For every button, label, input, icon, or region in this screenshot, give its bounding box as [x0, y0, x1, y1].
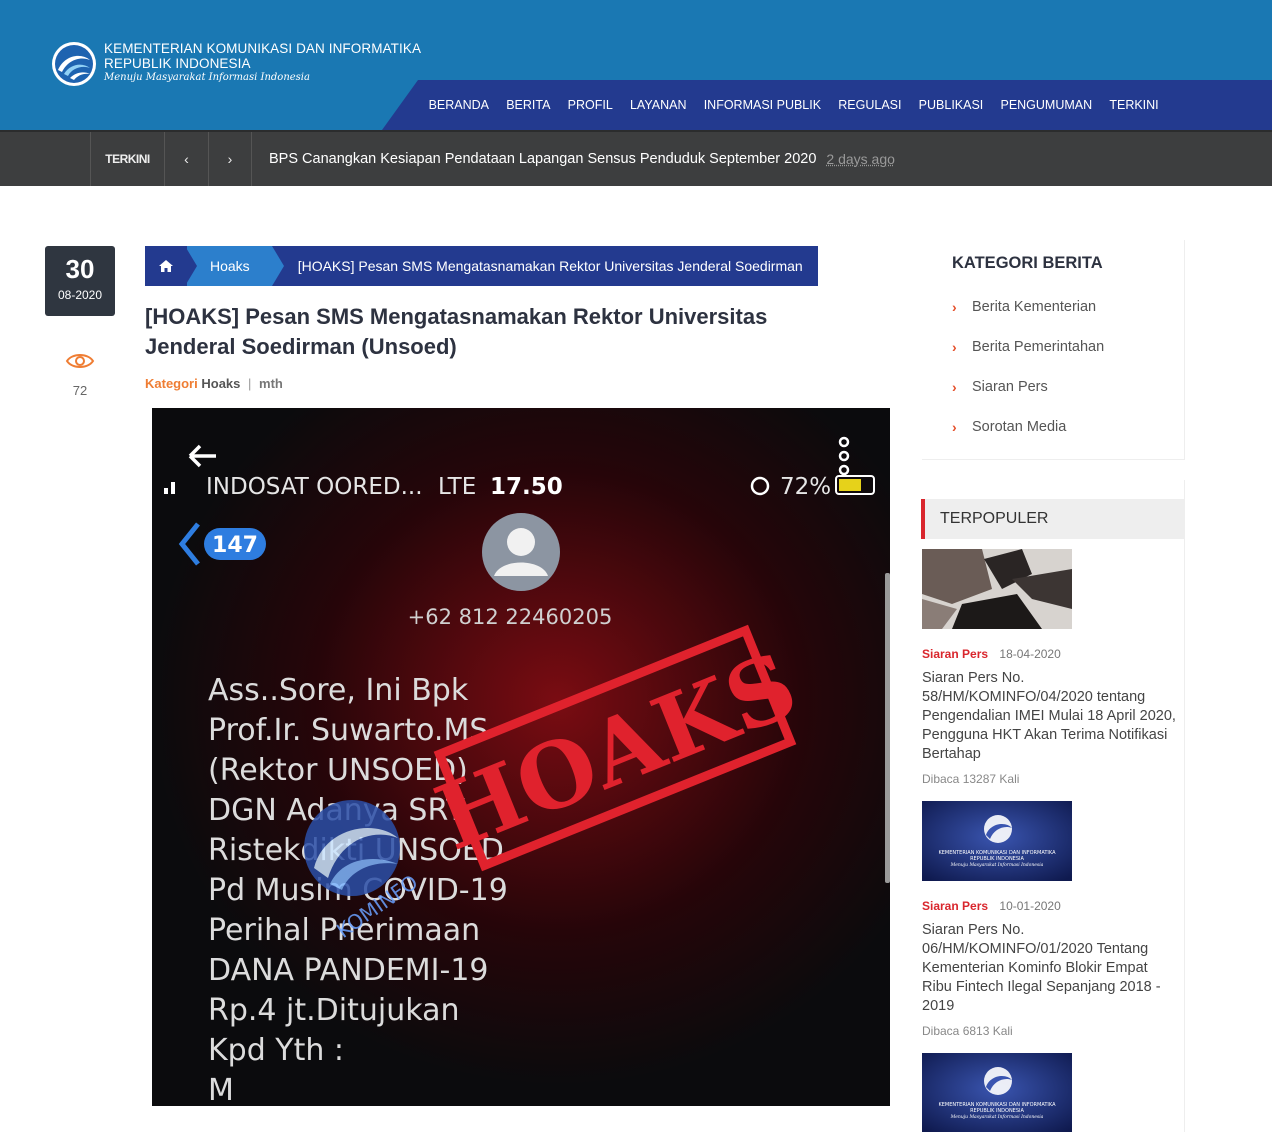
popular-date: 10-01-2020	[999, 899, 1061, 913]
popular-reads: Dibaca 13287 Kali	[922, 772, 1020, 786]
kategori-item-label[interactable]: Berita Pemerintahan	[972, 339, 1104, 355]
status-network: LTE	[438, 474, 476, 500]
chevron-right-icon: ›	[227, 151, 233, 167]
nav-beranda[interactable]: BERANDA	[420, 98, 498, 112]
org-name-line1: KEMENTERIAN KOMUNIKASI DAN INFORMATIKA	[104, 41, 422, 56]
ticker-headline[interactable]: BPS Canangkan Kesiapan Pendataan Lapanga…	[269, 132, 895, 186]
chevron-right-icon: ›	[952, 379, 957, 395]
popular-item[interactable]: KEMENTERIAN KOMUNIKASI DAN INFORMATIKA R…	[922, 801, 1178, 1038]
nav-informasi-publik[interactable]: INFORMASI PUBLIK	[695, 98, 830, 112]
post-month-year: 08-2020	[57, 288, 103, 302]
hands-photo	[922, 549, 1072, 629]
chevron-right-icon: ›	[952, 419, 957, 435]
breadcrumb-current: [HOAKS] Pesan SMS Mengatasnamakan Rektor…	[297, 258, 803, 274]
kategori-berita-widget: KATEGORI BERITA › Berita Kementerian › Ber…	[922, 240, 1185, 460]
ticker-label: TERKINI	[90, 132, 164, 186]
kategori-item-label[interactable]: Sorotan Media	[972, 419, 1066, 435]
thumb-org-line2: REPUBLIK INDONESIA	[970, 1108, 1024, 1114]
kategori-title: KATEGORI BERITA	[952, 254, 1103, 272]
article-title: [HOAKS] Pesan SMS Mengatasnamakan Rektor…	[145, 304, 768, 359]
popular-thumbnail[interactable]	[922, 549, 1072, 629]
popular-thumbnail[interactable]: KEMENTERIAN KOMUNIKASI DAN INFORMATIKA R…	[922, 1053, 1072, 1132]
popular-date: 18-04-2020	[999, 647, 1061, 661]
kategori-link[interactable]: Hoaks	[201, 376, 240, 391]
nav-publikasi[interactable]: PUBLIKASI	[910, 98, 992, 112]
kategori-item-label[interactable]: Siaran Pers	[972, 379, 1048, 395]
ticker-prev-button[interactable]: ‹	[164, 132, 208, 186]
chevron-right-icon: ›	[952, 339, 957, 355]
kategori-label: Kategori	[145, 376, 198, 391]
sms-line: Prof.Ir. Suwarto.MS	[208, 713, 488, 748]
kategori-item-label[interactable]: Berita Kementerian	[972, 299, 1096, 315]
view-count: 72	[72, 383, 88, 398]
news-ticker: TERKINI ‹ › BPS Canangkan Kesiapan Penda…	[0, 130, 1272, 186]
org-tagline: Menuju Masyarakat Informasi Indonesia	[104, 72, 310, 83]
popular-thumbnail[interactable]: KEMENTERIAN KOMUNIKASI DAN INFORMATIKA R…	[922, 801, 1072, 881]
org-name-line2: REPUBLIK INDONESIA	[104, 56, 251, 71]
popular-category[interactable]: Siaran Pers	[922, 647, 988, 661]
sms-line: M	[208, 1073, 234, 1106]
terpopuler-title: TERPOPULER	[921, 499, 1185, 539]
popular-meta: Siaran Pers 10-01-2020	[922, 899, 1178, 913]
ticker-timestamp: 2 days ago	[826, 151, 895, 167]
chevron-left-icon: ‹	[184, 151, 189, 167]
popular-item[interactable]: Siaran Pers 18-04-2020 Siaran Pers No. 5…	[922, 549, 1178, 786]
breadcrumb-home[interactable]	[145, 246, 187, 286]
home-icon	[159, 260, 173, 272]
breadcrumb: Hoaks [HOAKS] Pesan SMS Mengatasnamakan …	[145, 246, 818, 286]
kominfo-thumb: KEMENTERIAN KOMUNIKASI DAN INFORMATIKA R…	[922, 801, 1072, 881]
kominfo-thumb: KEMENTERIAN KOMUNIKASI DAN INFORMATIKA R…	[922, 1053, 1072, 1132]
avatar-icon	[482, 513, 560, 591]
sidebar-border	[1184, 480, 1185, 1132]
ticker-next-button[interactable]: ›	[208, 132, 252, 186]
article-author: mth	[259, 376, 283, 391]
status-battery: 72%	[780, 474, 831, 500]
breadcrumb-category[interactable]: Hoaks	[185, 246, 284, 286]
nav-profil[interactable]: PROFIL	[559, 98, 621, 112]
sms-screenshot: INDOSAT OORED... LTE 17.50 72% 147 +62 8…	[152, 408, 890, 1106]
post-day: 30	[65, 254, 95, 284]
kategori-item[interactable]: › Berita Pemerintahan	[952, 339, 1104, 379]
popular-reads: Dibaca 6813 Kali	[922, 1024, 1013, 1038]
popular-item[interactable]: KEMENTERIAN KOMUNIKASI DAN INFORMATIKA R…	[922, 1053, 1178, 1132]
thumb-org-line2: REPUBLIK INDONESIA	[970, 856, 1024, 862]
popular-meta: Siaran Pers 18-04-2020	[922, 647, 1178, 661]
nav-pengumuman[interactable]: PENGUMUMAN	[992, 98, 1101, 112]
meta-separator: |	[248, 376, 252, 391]
popular-title[interactable]: Siaran Pers No. 58/HM/KOMINFO/04/2020 te…	[922, 669, 1178, 764]
popular-title[interactable]: Siaran Pers No. 06/HM/KOMINFO/01/2020 Te…	[922, 921, 1178, 1016]
site-header: KEMENTERIAN KOMUNIKASI DAN INFORMATIKA R…	[0, 0, 1272, 130]
sms-line: DANA PANDEMI-19	[208, 953, 489, 988]
kategori-item[interactable]: › Siaran Pers	[952, 379, 1104, 419]
eye-icon	[65, 354, 95, 368]
nav-regulasi[interactable]: REGULASI	[830, 98, 910, 112]
status-time: 17.50	[490, 474, 563, 500]
chevron-right-icon: ›	[952, 299, 957, 315]
kategori-list: › Berita Kementerian › Berita Pemerintahan…	[952, 299, 1104, 459]
nav-terkini[interactable]: TERKINI	[1101, 98, 1168, 112]
sender-number: +62 812 22460205	[408, 605, 613, 629]
message-badge: 147	[212, 533, 258, 558]
sms-line: Kpd Yth :	[208, 1033, 344, 1068]
kategori-item[interactable]: › Sorotan Media	[952, 419, 1104, 459]
article-image: INDOSAT OORED... LTE 17.50 72% 147 +62 8…	[152, 408, 890, 1106]
kategori-item[interactable]: › Berita Kementerian	[952, 299, 1104, 339]
status-carrier: INDOSAT OORED...	[206, 474, 423, 500]
article-meta: Kategori Hoaks | mth	[145, 376, 283, 391]
view-counter: 72	[45, 350, 115, 398]
thumb-tagline: Menuju Masyarakat Informasi Indonesia	[950, 862, 1044, 868]
ticker-headline-text[interactable]: BPS Canangkan Kesiapan Pendataan Lapanga…	[269, 151, 816, 167]
post-date-box: 30 08-2020	[45, 246, 115, 316]
nav-berita[interactable]: BERITA	[498, 98, 559, 112]
brand-text[interactable]: KEMENTERIAN KOMUNIKASI DAN INFORMATIKA R…	[104, 41, 421, 83]
nav-layanan[interactable]: LAYANAN	[621, 98, 695, 112]
kominfo-logo-icon[interactable]	[50, 40, 98, 88]
popular-category[interactable]: Siaran Pers	[922, 899, 988, 913]
sms-line: Ass..Sore, Ini Bpk	[208, 673, 469, 708]
sms-line: Rp.4 jt.Ditujukan	[208, 993, 459, 1028]
thumb-tagline: Menuju Masyarakat Informasi Indonesia	[950, 1114, 1044, 1120]
main-nav: BERANDA BERITA PROFIL LAYANAN INFORMASI …	[420, 80, 1167, 130]
